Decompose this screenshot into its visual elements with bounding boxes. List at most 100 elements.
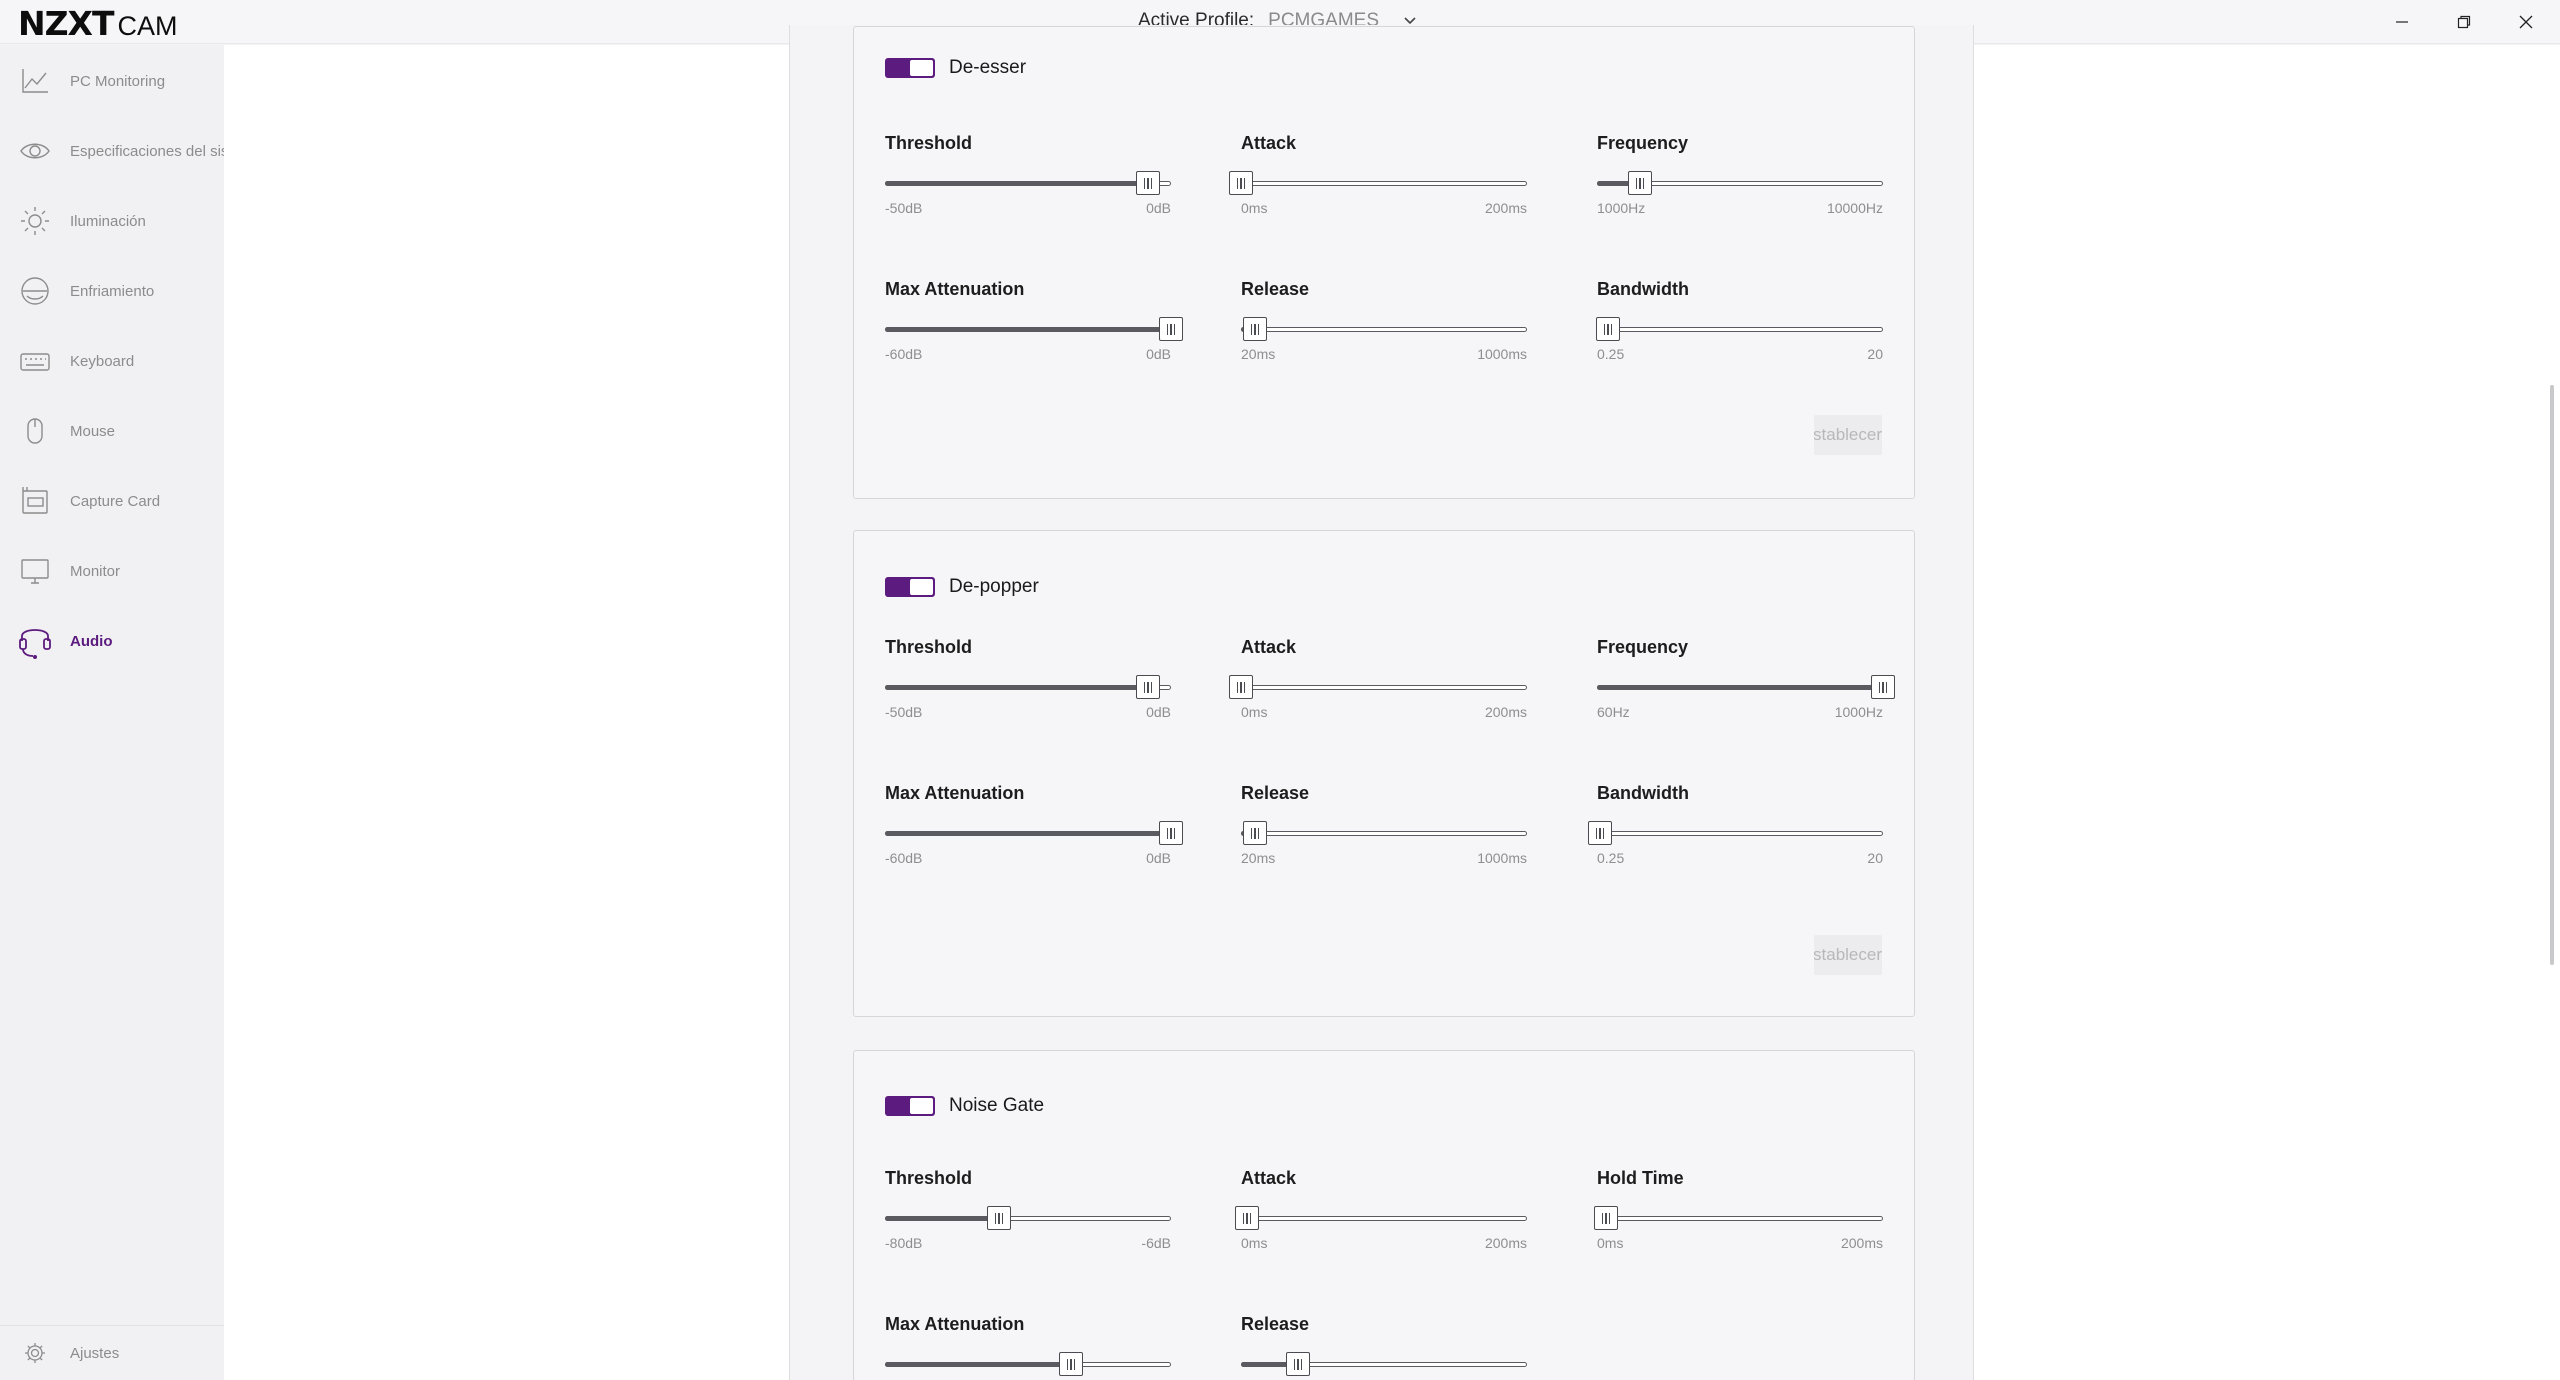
slider-min-label: -80dB [885,1235,923,1251]
sidebar-divider [0,1325,224,1326]
release-control: Release [1241,1314,1527,1380]
max-attenuation-slider-thumb[interactable] [1159,821,1183,845]
threshold-slider-thumb[interactable] [987,1206,1011,1230]
noise-gate-card: Noise Gate Threshold -80dB -6dB Attack 0ms 20… [853,1050,1915,1380]
bandwidth-slider-track[interactable] [1597,831,1883,836]
toggle-knob [910,60,933,76]
slider-max-label: 0dB [1146,200,1171,216]
reset-button[interactable]: Restablecer [1814,935,1882,975]
sidebar-item-system-specs[interactable]: Especificaciones del sistema [0,126,224,176]
frequency-slider-thumb[interactable] [1871,675,1895,699]
slider-max-label: 20 [1867,346,1883,362]
restore-button[interactable] [2438,6,2490,38]
sidebar-item-lighting[interactable]: Iluminación [0,196,224,246]
card-header: De-esser [885,57,1026,79]
slider-max-label: 0dB [1146,704,1171,720]
slider-max-label: 200ms [1484,1235,1527,1251]
hold-time-slider-thumb[interactable] [1594,1206,1618,1230]
sidebar-item-settings[interactable]: Ajustes [0,1328,224,1378]
hold-time-slider-track[interactable] [1597,1216,1883,1221]
card-title: De-popper [949,576,1039,597]
headset-icon [18,624,52,659]
de-esser-toggle[interactable] [885,58,935,78]
toggle-knob [910,1098,933,1114]
sidebar-item-label: Iluminación [70,212,146,230]
card-title: De-esser [949,57,1027,78]
slider-fill [885,831,1171,836]
attack-slider-track[interactable] [1241,181,1527,186]
control-label: Max Attenuation [885,1314,1025,1334]
slider-max-label: 20 [1867,850,1883,866]
close-icon [2519,15,2533,29]
release-slider-track[interactable] [1241,327,1527,332]
minimize-button[interactable] [2376,6,2428,38]
card-header: De-popper [885,576,1039,598]
sidebar-item-mouse[interactable]: Mouse [0,406,224,456]
bandwidth-control: Bandwidth 0.25 20 [1596,279,1883,379]
de-popper-toggle[interactable] [885,577,935,597]
app-logo: NZXT CAM [18,4,178,43]
sidebar-item-label: Especificaciones del sistema [70,142,224,160]
attack-slider-thumb[interactable] [1229,171,1253,195]
sidebar-item-label: Monitor [70,562,121,580]
slider-min-label: -50dB [885,200,923,216]
attack-slider-track[interactable] [1241,685,1527,690]
max-attenuation-slider-thumb[interactable] [1059,1352,1083,1376]
de-popper-card: De-popper Threshold -50dB 0dB Attack 0ms 200m… [853,530,1915,1017]
release-control: Release 20ms 1000ms [1241,783,1527,883]
frequency-control: Frequency 1000Hz 10000Hz [1597,133,1883,233]
slider-min-label: 0ms [1241,200,1268,216]
control-label: Release [1241,1314,1310,1334]
control-label: Max Attenuation [885,279,1025,299]
control-label: Release [1241,279,1310,299]
frequency-control: Frequency 60Hz 1000Hz [1597,637,1895,737]
release-slider-track[interactable] [1241,831,1527,836]
slider-max-label: 10000Hz [1826,200,1883,216]
sidebar-item-pc-monitoring[interactable]: PC Monitoring [0,56,224,106]
toggle-knob [910,579,933,595]
release-slider-thumb[interactable] [1243,317,1267,341]
threshold-slider-thumb[interactable] [1136,675,1160,699]
brand-light: CAM [117,11,178,41]
sidebar-item-label: Mouse [70,422,116,440]
gear-icon [18,1336,52,1370]
card-title: Noise Gate [949,1095,1045,1116]
control-label: Hold Time [1597,1168,1684,1188]
release-slider-thumb[interactable] [1286,1352,1310,1376]
frequency-slider-thumb[interactable] [1628,171,1652,195]
chart-line-icon [18,64,52,98]
sun-icon [18,204,52,238]
control-label: Frequency [1597,637,1689,657]
sidebar-item-label: Audio [70,632,113,650]
release-control: Release 20ms 1000ms [1241,279,1527,379]
slider-min-label: 20ms [1241,346,1276,362]
sidebar-item-label: PC Monitoring [70,72,166,90]
slider-max-label: 0dB [1146,850,1171,866]
slider-fill [885,1216,999,1221]
bandwidth-slider-track[interactable] [1597,327,1883,332]
bandwidth-slider-thumb[interactable] [1596,317,1620,341]
release-slider-thumb[interactable] [1243,821,1267,845]
close-button[interactable] [2500,6,2552,38]
sidebar: PC Monitoring Especificaciones del siste… [0,45,224,1380]
attack-slider-thumb[interactable] [1235,1206,1259,1230]
scrollbar-thumb[interactable] [2550,385,2554,965]
sidebar-item-keyboard[interactable]: Keyboard [0,336,224,386]
sidebar-item-capture-card[interactable]: Capture Card [0,476,224,526]
control-label: Attack [1241,637,1297,657]
control-label: Max Attenuation [885,783,1025,803]
slider-min-label: 0ms [1597,1235,1624,1251]
bandwidth-slider-thumb[interactable] [1588,821,1612,845]
slider-max-label: 200ms [1484,704,1527,720]
slider-max-label: -6dB [1141,1235,1171,1251]
attack-slider-track[interactable] [1241,1216,1527,1221]
sidebar-item-monitor[interactable]: Monitor [0,546,224,596]
max-attenuation-slider-thumb[interactable] [1159,317,1183,341]
attack-slider-thumb[interactable] [1229,675,1253,699]
reset-button[interactable]: Restablecer [1814,415,1882,455]
sidebar-item-audio[interactable]: Audio [0,616,224,666]
max-attenuation-control: Max Attenuation -60dB 0dB [885,783,1183,883]
sidebar-item-cooling[interactable]: Enfriamiento [0,266,224,316]
threshold-slider-thumb[interactable] [1136,171,1160,195]
noise-gate-toggle[interactable] [885,1096,935,1116]
